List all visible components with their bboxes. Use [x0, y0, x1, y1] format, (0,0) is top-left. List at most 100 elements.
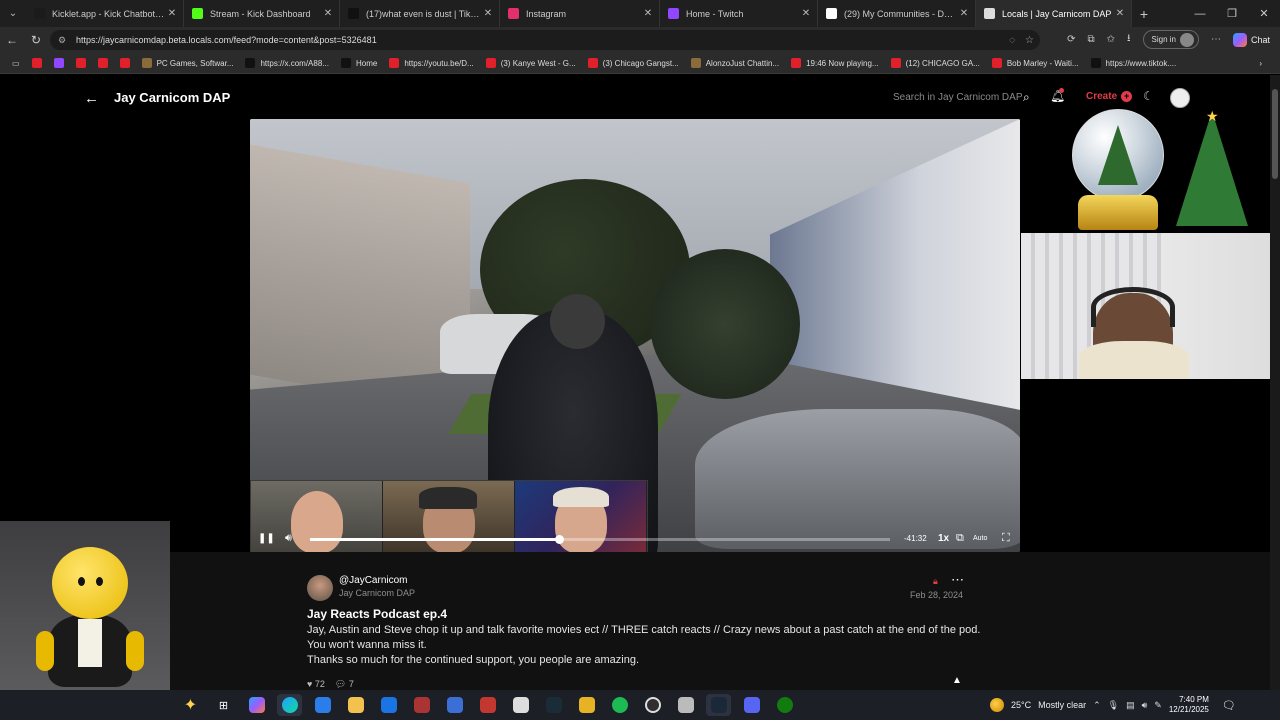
- pen-icon[interactable]: ✎: [1154, 700, 1162, 711]
- browser-tab[interactable]: Stream - Kick Dashboard ✕: [184, 0, 340, 27]
- bookmark-item[interactable]: [26, 53, 48, 74]
- maximize-icon[interactable]: ❐: [1216, 0, 1248, 27]
- back-icon[interactable]: ←: [0, 28, 24, 52]
- bookmark-item[interactable]: 19:46 Now playing...: [785, 53, 885, 74]
- bookmark-item[interactable]: https://x.com/A88...: [239, 53, 334, 74]
- picture-in-picture-icon[interactable]: ⧉: [956, 532, 964, 545]
- copilot-sparkle-icon[interactable]: ✦: [178, 694, 203, 716]
- bookmark-folder-icon[interactable]: ▭: [6, 53, 26, 74]
- browser-tab[interactable]: Kicklet.app - Kick Chatbot and Ov✕: [26, 0, 184, 27]
- search-input[interactable]: Search in Jay Carnicom DAP: [893, 92, 1023, 103]
- reload-icon[interactable]: ↻: [24, 28, 48, 52]
- like-button[interactable]: ♥ 72: [307, 679, 325, 690]
- bookmark-item[interactable]: [114, 53, 136, 74]
- steam-icon[interactable]: [706, 694, 731, 716]
- minimize-icon[interactable]: —: [1184, 0, 1216, 27]
- scroll-to-top-icon[interactable]: ▲: [952, 675, 962, 686]
- seek-bar-knob[interactable]: [555, 535, 565, 544]
- scrollbar-thumb[interactable]: [1272, 89, 1278, 179]
- fullscreen-icon[interactable]: ⛶: [1002, 532, 1010, 545]
- browser-tab[interactable]: Locals | Jay Carnicom DAP ✕: [976, 0, 1132, 27]
- speaker-icon[interactable]: 🔊︎: [1142, 700, 1148, 711]
- network-icon[interactable]: ▤: [1126, 700, 1135, 711]
- pause-icon[interactable]: ❚❚: [258, 533, 275, 544]
- weather-desc[interactable]: Mostly clear: [1038, 700, 1086, 710]
- quality-button[interactable]: Auto: [973, 535, 987, 542]
- post-more-icon[interactable]: ⋯: [951, 572, 964, 588]
- file-explorer-icon[interactable]: [343, 694, 368, 716]
- download-icon[interactable]: ⭳: [1127, 31, 1131, 48]
- browser-tab[interactable]: Instagram ✕: [500, 0, 660, 27]
- post-title[interactable]: Jay Reacts Podcast ep.4: [307, 607, 447, 621]
- discord-icon[interactable]: [739, 694, 764, 716]
- site-info-icon[interactable]: ⚙: [58, 35, 70, 46]
- favorites-icon[interactable]: ✩: [1107, 34, 1115, 45]
- tab-close-icon[interactable]: ✕: [641, 8, 655, 19]
- new-tab-button[interactable]: +: [1132, 6, 1156, 22]
- bookmark-item[interactable]: (3) Kanye West - G...: [480, 53, 582, 74]
- copilot-app-icon[interactable]: [244, 694, 269, 716]
- tray-overflow-icon[interactable]: ⌃: [1093, 700, 1101, 711]
- edge-icon[interactable]: [277, 694, 302, 716]
- dark-mode-icon[interactable]: ☾: [1143, 89, 1154, 103]
- obs-icon[interactable]: [640, 694, 665, 716]
- bookmark-item[interactable]: AlonzoJust Chattin...: [685, 53, 785, 74]
- refresh-page-icon[interactable]: ⟳: [1067, 34, 1075, 45]
- user-avatar[interactable]: [1170, 88, 1190, 108]
- page-scrollbar[interactable]: [1270, 75, 1280, 690]
- search-icon[interactable]: ⌕: [1023, 90, 1030, 105]
- volume-icon[interactable]: 🔊︎: [285, 532, 292, 545]
- copilot-chat-button[interactable]: Chat: [1232, 32, 1270, 47]
- bookmark-item[interactable]: (3) Chicago Gangst...: [582, 53, 685, 74]
- microphone-icon[interactable]: 🎙︎: [1108, 700, 1119, 711]
- bookmark-item[interactable]: [70, 53, 92, 74]
- notification-icon[interactable]: 🗨︎: [1222, 699, 1236, 712]
- weather-temp[interactable]: 25°C: [1011, 700, 1031, 710]
- tab-close-icon[interactable]: ✕: [321, 8, 335, 19]
- post-author[interactable]: @JayCarnicom: [339, 575, 408, 586]
- browser-tab[interactable]: (17)what even is dust | TikTok ✕: [340, 0, 500, 27]
- tab-close-icon[interactable]: ✕: [481, 8, 495, 19]
- extensions-icon[interactable]: ⧉: [1087, 34, 1094, 45]
- tab-close-icon[interactable]: ✕: [799, 8, 813, 19]
- bookmarks-overflow-icon[interactable]: ›: [1253, 53, 1268, 74]
- bookmark-item[interactable]: (12) CHICAGO GA...: [885, 53, 986, 74]
- reader-icon[interactable]: ◌: [1009, 35, 1015, 46]
- seek-bar[interactable]: [310, 535, 890, 544]
- clock[interactable]: 7:40 PM 12/21/2025: [1169, 695, 1209, 715]
- app-icon[interactable]: [508, 694, 533, 716]
- mail-icon[interactable]: [376, 694, 401, 716]
- weather-icon[interactable]: [990, 698, 1004, 712]
- back-arrow-icon[interactable]: ←: [84, 90, 99, 107]
- sign-in-button[interactable]: Sign in: [1142, 30, 1199, 49]
- page-title[interactable]: Jay Carnicom DAP: [114, 90, 230, 105]
- spotify-icon[interactable]: [607, 694, 632, 716]
- bookmark-item[interactable]: [48, 53, 70, 74]
- app-icon[interactable]: [574, 694, 599, 716]
- game-app-icon[interactable]: [409, 694, 434, 716]
- author-avatar[interactable]: [307, 575, 333, 601]
- address-bar[interactable]: ⚙ https://jaycarnicomdap.beta.locals.com…: [50, 30, 1040, 50]
- create-button[interactable]: Create +: [1086, 91, 1133, 102]
- bookmark-item[interactable]: PC Games, Softwar...: [136, 53, 240, 74]
- tab-close-icon[interactable]: ✕: [165, 8, 179, 19]
- more-options-icon[interactable]: ⋯: [1211, 34, 1221, 45]
- playback-speed-button[interactable]: 1x: [938, 533, 949, 544]
- close-window-icon[interactable]: ✕: [1248, 0, 1280, 27]
- task-view-icon[interactable]: ⊞: [211, 694, 236, 716]
- game-app-icon[interactable]: [442, 694, 467, 716]
- tab-close-icon[interactable]: ✕: [1113, 8, 1127, 19]
- browser-tab[interactable]: Home - Twitch ✕: [660, 0, 818, 27]
- browser-tab[interactable]: (29) My Communities - Dads Aga✕: [818, 0, 976, 27]
- favorite-star-icon[interactable]: ☆: [1025, 35, 1034, 46]
- bookmark-item[interactable]: Bob Marley - Waiti...: [986, 53, 1085, 74]
- xbox-icon[interactable]: [772, 694, 797, 716]
- stake-icon[interactable]: [541, 694, 566, 716]
- store-icon[interactable]: [310, 694, 335, 716]
- tab-close-icon[interactable]: ✕: [957, 8, 971, 19]
- bookmark-item[interactable]: https://youtu.be/D...: [383, 53, 479, 74]
- post-community[interactable]: Jay Carnicom DAP: [339, 588, 415, 598]
- bookmark-item[interactable]: https://www.tiktok....: [1085, 53, 1183, 74]
- game-app-icon[interactable]: [475, 694, 500, 716]
- comment-button[interactable]: 💬︎ 7: [335, 679, 354, 690]
